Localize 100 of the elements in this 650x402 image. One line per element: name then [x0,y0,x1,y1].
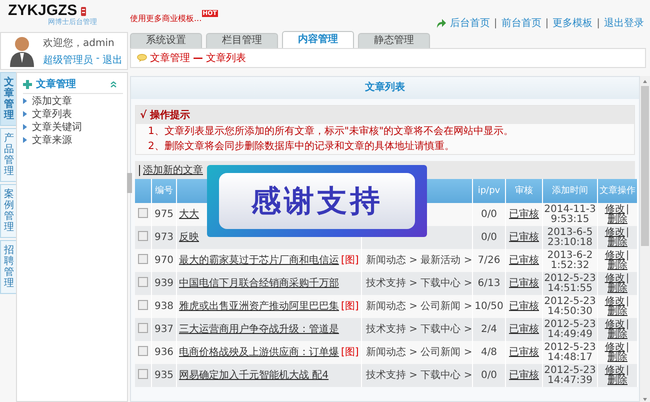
separator-text: — [193,52,203,64]
delete-link[interactable]: 删除 [598,214,637,224]
triangle-icon [23,136,27,142]
promo-link[interactable]: 使用更多商业模板... [130,13,202,24]
article-title-link[interactable]: 反映 [179,232,199,242]
tip-text: 1、文章列表显示您所添加的所有文章，标示"未审核"的文章将不会在网站中显示。 [147,124,515,139]
time-text: 14:50:30 [546,306,594,316]
nav-tab[interactable]: 栏目管理 [206,33,278,48]
sidebar-item[interactable]: 文章来源 [32,132,72,146]
arrow-icon [436,18,446,28]
table-cell: 0/0 [472,203,506,226]
edit-link[interactable]: 修改 [604,204,625,214]
row-checkbox[interactable] [138,208,148,218]
article-title-link[interactable]: 最大的霸家莫过于芯片厂商和电信运 [179,254,339,266]
row-checkbox[interactable] [138,277,148,287]
breadcrumb-item[interactable]: 文章管理 [150,51,190,65]
table-cell: 938 [152,295,176,318]
date-text: 2012-5-23 [543,274,597,284]
plus-icon [23,80,32,88]
date-text: 2012-5-23 [543,342,597,352]
table-cell: 937 [152,318,176,341]
triangle-icon [23,98,27,104]
separator-text: | [626,318,630,330]
table-cell: 新闻动态 > 最新活动 > [362,249,472,272]
article-title-link[interactable]: 雅虎或出售亚洲资产推动阿里巴巴集 [179,300,339,312]
sidebar-title: 文章管理 [36,77,77,91]
time-text: 9:53:15 [550,214,590,224]
delete-link[interactable]: 删除 [598,284,637,294]
nav-tab[interactable]: 内容管理 [282,31,354,48]
article-title-link[interactable]: 大大 [179,208,199,220]
collapse-icon[interactable] [110,80,117,88]
table-cell: 936 [152,341,176,364]
row-checkbox[interactable] [138,323,148,333]
delete-link[interactable]: 删除 [598,306,637,316]
triangle-icon [23,110,27,116]
edit-link[interactable]: 修改 [604,342,625,352]
header-link[interactable]: 后台首页 [450,16,490,30]
delete-link[interactable]: 删除 [598,352,637,362]
row-checkbox[interactable] [138,346,148,356]
separator-text: | [494,18,498,28]
separator-text: | [626,204,630,214]
breadcrumb-item[interactable]: 文章列表 [206,51,246,65]
edit-link[interactable]: 修改 [604,250,625,260]
delete-link[interactable]: 删除 [598,376,637,386]
edit-link[interactable]: 修改 [604,272,625,284]
delete-link[interactable]: 删除 [598,238,637,248]
status-link[interactable]: 已审核 [509,208,539,220]
header-link[interactable]: 更多模板 [552,16,593,30]
nav-tab[interactable]: 静态管理 [358,33,430,48]
row-checkbox[interactable] [138,369,148,379]
sidebar-item[interactable]: 文章关键词 [32,120,82,134]
collapse-handle[interactable] [127,173,132,193]
table-cell: 2/4 [472,318,506,341]
separator-text: | [545,18,549,28]
separator-text: | [626,296,630,306]
speech-bubble-icon [137,54,147,62]
welcome-text: 欢迎您，admin [43,36,116,50]
edit-link[interactable]: 修改 [604,364,625,376]
edit-link[interactable]: 修改 [604,226,625,238]
article-title-link[interactable]: 电商价格战殃及上游供应商：订单爆 [179,346,339,358]
sidebar-item[interactable]: 添加文章 [32,94,72,108]
separator-text: | [626,342,630,352]
image-tag: [图] [341,254,359,266]
sidebar-item[interactable]: 文章列表 [32,106,72,120]
time-text: 14:51:55 [546,284,594,294]
edit-link[interactable]: 修改 [604,318,625,330]
time-text: 14:47:39 [546,376,594,386]
header-link[interactable]: 退出登录 [604,16,644,30]
time-text: 14:49:49 [546,330,594,340]
column-header: 添加时间 [542,179,598,203]
role-link[interactable]: 超级管理员 [43,52,93,66]
scrollbar-drawing[interactable] [640,76,650,402]
separator-text: | [626,364,630,376]
image-tag: [图] [341,300,359,312]
status-link[interactable]: 已审核 [509,254,539,266]
avatar-icon [9,35,35,67]
column-header: 文章操作 [598,179,638,203]
delete-link[interactable]: 删除 [598,260,637,270]
status-link[interactable]: 已审核 [509,300,539,312]
separator-text: - [96,52,100,66]
table-cell: 970 [152,249,176,272]
table-cell: 975 [152,203,176,226]
status-link[interactable]: 已审核 [509,346,539,358]
header-link[interactable]: 前台首页 [501,16,542,30]
row-checkbox[interactable] [138,300,148,310]
time-text: 1:52:32 [550,260,590,270]
add-article-link[interactable]: 添加新的文章 [139,165,203,176]
date-text: 2013-6-2 [546,250,594,260]
edit-link[interactable]: 修改 [604,296,625,306]
logout-link[interactable]: 退出 [102,52,123,66]
row-checkbox[interactable] [138,254,148,264]
tip-text: 2、删除文章将会同步删除数据库中的记录和文章的具体地址请慎重。 [147,140,456,154]
nav-tab[interactable]: 系统设置 [130,33,202,48]
delete-link[interactable]: 删除 [598,330,637,340]
triangle-icon [23,124,27,130]
row-checkbox[interactable] [138,231,148,241]
column-header: 审核 [506,179,542,203]
table-cell: 6/13 [472,272,506,295]
logo-icon [81,6,86,16]
column-header: ip/pv [472,179,506,203]
